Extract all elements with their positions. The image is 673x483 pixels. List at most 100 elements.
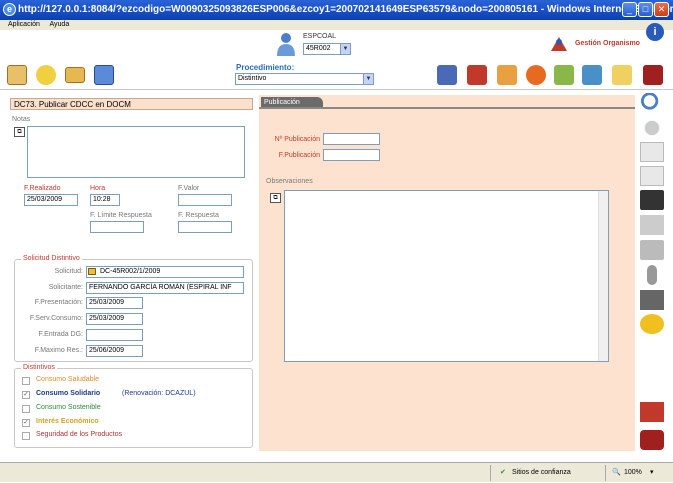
chevron-down-icon[interactable]: ▾ [650,463,654,483]
solicitud-input[interactable]: DC-45R002/1/2009 [86,266,244,278]
notas-textarea[interactable] [27,126,245,178]
f-publicacion-input[interactable] [323,149,380,161]
distintivos-legend: Distintivos [21,364,57,371]
maximize-button[interactable]: □ [638,2,653,17]
zoom-icon: 🔍 [612,469,621,476]
checkbox-consumo-saludable[interactable] [22,377,30,385]
unit-select[interactable]: 45R002 ▼ [303,43,351,55]
organismo-logo-icon [551,37,567,51]
user-icon [277,33,295,56]
hora-label: Hora [90,185,106,192]
unit-select-value: 45R002 [306,45,331,52]
f-publicacion-label: F.Publicación [278,152,320,159]
checkbox-consumo-sostenible[interactable] [22,405,30,413]
distintivo-consumo-saludable: Consumo Saludable [36,376,100,383]
tag-icon[interactable] [640,142,664,162]
gestion-organismo-link[interactable]: Gestión Organismo [575,40,640,47]
procedimiento-select[interactable]: Distintivo ▼ [235,73,374,85]
f-serv-consumo-input[interactable]: 25/03/2009 [86,313,143,325]
procedimiento-value: Distintivo [238,75,267,82]
f-maximo-res-label: F.Maximo Res.: [34,347,83,354]
f-presentacion-input[interactable]: 25/03/2009 [86,297,143,309]
info-icon[interactable]: i [646,23,664,41]
window-title: http://127.0.0.1:8084/?ezcodigo=W0090325… [18,4,673,15]
checkbox-interes-economico[interactable]: ✓ [22,419,30,427]
f-presentacion-label: F.Presentación: [34,299,83,306]
save-icon[interactable] [640,190,664,210]
tab-divider [259,107,635,109]
renovacion-note: (Renovación: DCAZUL) [122,390,196,397]
scrollbar[interactable] [598,191,608,361]
solicitante-input[interactable]: FERNANDO GARCÍA ROMÁN (ESPIRAL INF [86,282,244,294]
search-chart-icon[interactable] [554,65,574,85]
menu-aplicacion[interactable]: Aplicación [8,21,40,28]
status-bar: ✔ Sitios de confianza 🔍 100% ▾ [0,462,673,482]
notas-label: Notas [12,116,31,123]
menu-bar: Aplicación Ayuda [0,20,673,30]
library-icon[interactable] [497,65,517,85]
checkbox-seguridad-productos[interactable] [22,432,30,440]
f-maximo-res-input[interactable]: 25/06/2009 [86,345,143,357]
n-publicacion-input[interactable] [323,133,380,145]
n-publicacion-label: Nº Publicación [274,136,320,143]
firefox-icon[interactable] [526,65,546,85]
zoom-icon[interactable] [640,93,664,113]
distintivo-consumo-solidario: Consumo Solidario [36,390,101,397]
f-valor-input[interactable] [178,194,232,206]
solicitud-legend: Solicitud Distintivo [21,255,82,262]
solicitante-label: Solicitante: [48,284,83,291]
gear-icon[interactable] [640,314,664,334]
trusted-sites-icon: ✔ [500,469,506,476]
chevron-down-icon: ▼ [363,74,373,84]
hora-input[interactable]: 10:28 [90,194,120,206]
window-title-bar: e http://127.0.0.1:8084/?ezcodigo=W00903… [0,0,673,20]
distintivo-seguridad-productos: Seguridad de los Productos [36,431,122,438]
solicitud-label: Solicitud: [54,268,83,275]
f-respuesta-input[interactable] [178,221,232,233]
f-valor-label: F.Valor [178,185,200,192]
f-limite-input[interactable] [90,221,144,233]
user-unit-name: ESPCOAL [303,33,337,40]
minimize-button[interactable]: _ [622,2,637,17]
status-divider [605,465,606,481]
lightbulb-icon[interactable] [36,65,56,85]
f-serv-consumo-label: F.Serv.Consumo: [29,315,83,322]
network-icon[interactable] [94,65,114,85]
security-zone: Sitios de confianza [512,469,571,476]
internet-explorer-icon: e [3,3,16,16]
distintivo-interes-economico: Interés Económico [36,418,99,425]
f-limite-label: F. Límite Respuesta [90,212,152,219]
printer-icon[interactable] [640,290,664,310]
back-icon[interactable] [640,118,664,138]
close-button[interactable]: ✕ [654,2,669,17]
folder-icon[interactable] [65,67,85,83]
observaciones-textarea[interactable] [284,190,609,362]
documents-icon[interactable] [640,166,664,186]
procedimiento-label: Procedimiento: [236,63,295,72]
print-icon[interactable] [640,240,664,260]
f-realizado-label: F.Realizado [24,185,61,192]
distintivo-consumo-sostenible: Consumo Sostenible [36,404,101,411]
stamp-icon[interactable] [612,65,632,85]
tools-delete-icon[interactable] [640,402,664,422]
tools-icon[interactable] [582,65,602,85]
folder-icon[interactable] [88,268,96,275]
f-respuesta-label: F. Respuesta [178,212,219,219]
chevron-down-icon: ▼ [340,44,350,54]
editor-icon[interactable]: ⧉ [14,127,25,137]
paperclip-icon[interactable] [647,265,657,285]
cut-icon[interactable] [640,215,664,235]
zoom-level[interactable]: 100% [624,463,642,483]
exit-icon[interactable] [640,430,664,450]
laptop-icon[interactable] [437,65,457,85]
books-icon[interactable] [467,65,487,85]
status-divider [490,465,491,481]
f-entrada-dg-input[interactable] [86,329,143,341]
report-icon[interactable] [7,65,27,85]
checkbox-consumo-solidario[interactable]: ✓ [22,391,30,399]
menu-ayuda[interactable]: Ayuda [49,21,69,28]
f-realizado-input[interactable]: 25/03/2009 [24,194,78,206]
editor-icon[interactable]: ⧉ [270,193,281,203]
book-icon[interactable] [643,65,663,85]
observaciones-label: Observaciones [266,178,313,185]
